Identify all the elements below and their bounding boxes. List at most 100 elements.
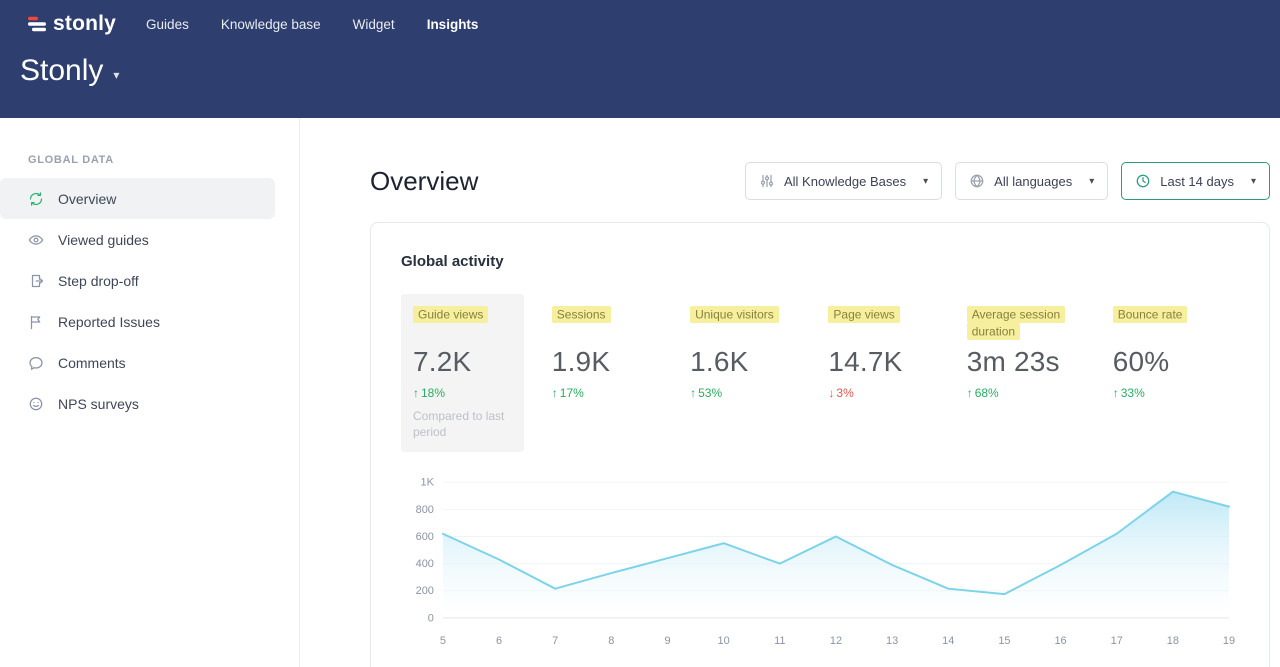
sidebar-item-reported-issues[interactable]: Reported Issues	[0, 301, 275, 342]
sidebar-item-label: Comments	[58, 355, 126, 371]
sidebar-item-step-drop-off[interactable]: Step drop-off	[0, 260, 275, 301]
filter-label: All languages	[994, 174, 1072, 189]
sidebar-item-overview[interactable]: Overview	[0, 178, 275, 219]
top-navigation: stonly Guides Knowledge base Widget Insi…	[0, 0, 1280, 38]
metrics-row: Guide views 7.2K 18% Compared to last pe…	[401, 294, 1239, 452]
sliders-icon	[759, 173, 775, 189]
metric-delta: 68%	[967, 386, 1089, 400]
workspace-title: Stonly	[20, 54, 103, 88]
sidebar-item-label: Reported Issues	[58, 314, 160, 330]
metric-bounce-rate[interactable]: Bounce rate 60% 33%	[1101, 294, 1239, 452]
chevron-down-icon: ▾	[1251, 176, 1256, 187]
svg-text:18: 18	[1167, 635, 1179, 647]
metric-delta: 53%	[690, 386, 804, 400]
nav-item-guides[interactable]: Guides	[146, 17, 189, 32]
overview-icon	[28, 191, 44, 207]
metric-value: 1.6K	[690, 346, 804, 378]
svg-text:11: 11	[774, 635, 785, 647]
globe-icon	[969, 173, 985, 189]
svg-text:8: 8	[608, 635, 614, 647]
metric-delta: 3%	[828, 386, 942, 400]
filter-label: Last 14 days	[1160, 174, 1234, 189]
sidebar-item-label: NPS surveys	[58, 396, 139, 412]
svg-text:19: 19	[1223, 635, 1235, 647]
svg-text:12: 12	[830, 635, 842, 647]
sidebar-item-label: Viewed guides	[58, 232, 149, 248]
stonly-logo-text: stonly	[53, 12, 116, 36]
nav-item-widget[interactable]: Widget	[353, 17, 395, 32]
nav-item-knowledge-base[interactable]: Knowledge base	[221, 17, 321, 32]
svg-text:1K: 1K	[420, 477, 434, 489]
chevron-down-icon: ▾	[923, 176, 928, 187]
nav-item-insights[interactable]: Insights	[427, 17, 479, 32]
svg-text:15: 15	[998, 635, 1010, 647]
filter-languages[interactable]: All languages ▾	[955, 162, 1108, 200]
svg-text:16: 16	[1054, 635, 1066, 647]
metric-value: 14.7K	[828, 346, 942, 378]
metric-delta: 17%	[552, 386, 666, 400]
clock-icon	[1135, 173, 1151, 189]
svg-text:14: 14	[942, 635, 954, 647]
main-content: Overview All Knowledge Bases ▾	[300, 118, 1280, 667]
arrow-up-icon	[690, 386, 698, 400]
app-root: stonly Guides Knowledge base Widget Insi…	[0, 0, 1280, 667]
svg-text:0: 0	[428, 613, 434, 625]
sidebar: GLOBAL DATA Overview Viewed g	[0, 118, 300, 667]
flag-icon	[28, 314, 44, 330]
app-header: stonly Guides Knowledge base Widget Insi…	[0, 0, 1280, 118]
page-head: Overview All Knowledge Bases ▾	[370, 162, 1270, 200]
svg-text:6: 6	[496, 635, 502, 647]
step-dropoff-icon	[28, 273, 44, 289]
sidebar-item-label: Overview	[58, 191, 116, 207]
metric-value: 3m 23s	[967, 346, 1089, 378]
sidebar-section-label: GLOBAL DATA	[0, 154, 299, 166]
metric-page-views[interactable]: Page views 14.7K 3%	[816, 294, 954, 452]
metric-note: Compared to last period	[413, 408, 512, 440]
card-title: Global activity	[401, 253, 1239, 270]
svg-text:200: 200	[416, 586, 434, 598]
svg-text:5: 5	[440, 635, 446, 647]
arrow-up-icon	[1113, 386, 1121, 400]
chevron-down-icon: ▾	[1089, 176, 1094, 187]
area-chart: 02004006008001K5678910111213141516171819	[401, 468, 1239, 654]
svg-text:13: 13	[886, 635, 898, 647]
svg-text:400: 400	[416, 558, 434, 570]
arrow-up-icon	[413, 386, 421, 400]
metric-label: Bounce rate	[1113, 306, 1227, 346]
metric-value: 60%	[1113, 346, 1227, 378]
stonly-logo-icon	[28, 16, 46, 32]
arrow-up-icon	[967, 386, 975, 400]
metric-label: Sessions	[552, 306, 666, 346]
sidebar-item-nps-surveys[interactable]: NPS surveys	[0, 383, 275, 424]
metric-value: 7.2K	[413, 346, 512, 378]
global-activity-chart: 02004006008001K5678910111213141516171819	[401, 468, 1239, 659]
arrow-up-icon	[552, 386, 560, 400]
svg-text:7: 7	[552, 635, 558, 647]
filter-label: All Knowledge Bases	[784, 174, 906, 189]
metric-avg-session-duration[interactable]: Average session duration 3m 23s 68%	[955, 294, 1101, 452]
metric-sessions[interactable]: Sessions 1.9K 17%	[540, 294, 678, 452]
metric-unique-visitors[interactable]: Unique visitors 1.6K 53%	[678, 294, 816, 452]
metric-guide-views[interactable]: Guide views 7.2K 18% Compared to last pe…	[401, 294, 524, 452]
eye-icon	[28, 232, 44, 248]
metric-label: Guide views	[413, 306, 512, 346]
filters: All Knowledge Bases ▾ All languages ▾	[745, 162, 1270, 200]
page-body: GLOBAL DATA Overview Viewed g	[0, 118, 1280, 667]
svg-text:800: 800	[416, 504, 434, 516]
metric-label: Unique visitors	[690, 306, 804, 346]
svg-text:9: 9	[664, 635, 670, 647]
filter-knowledge-bases[interactable]: All Knowledge Bases ▾	[745, 162, 942, 200]
filter-date-range[interactable]: Last 14 days ▾	[1121, 162, 1270, 200]
global-activity-card: Global activity Guide views 7.2K 18% Com…	[370, 222, 1270, 667]
metric-delta: 18%	[413, 386, 512, 400]
svg-text:17: 17	[1111, 635, 1123, 647]
metric-label: Page views	[828, 306, 942, 346]
sidebar-item-comments[interactable]: Comments	[0, 342, 275, 383]
smiley-icon	[28, 396, 44, 412]
workspace-dropdown-caret[interactable]: ▾	[113, 60, 119, 82]
page-title: Overview	[370, 166, 478, 197]
svg-text:10: 10	[718, 635, 730, 647]
comment-icon	[28, 355, 44, 371]
stonly-logo[interactable]: stonly	[28, 12, 116, 36]
sidebar-item-viewed-guides[interactable]: Viewed guides	[0, 219, 275, 260]
